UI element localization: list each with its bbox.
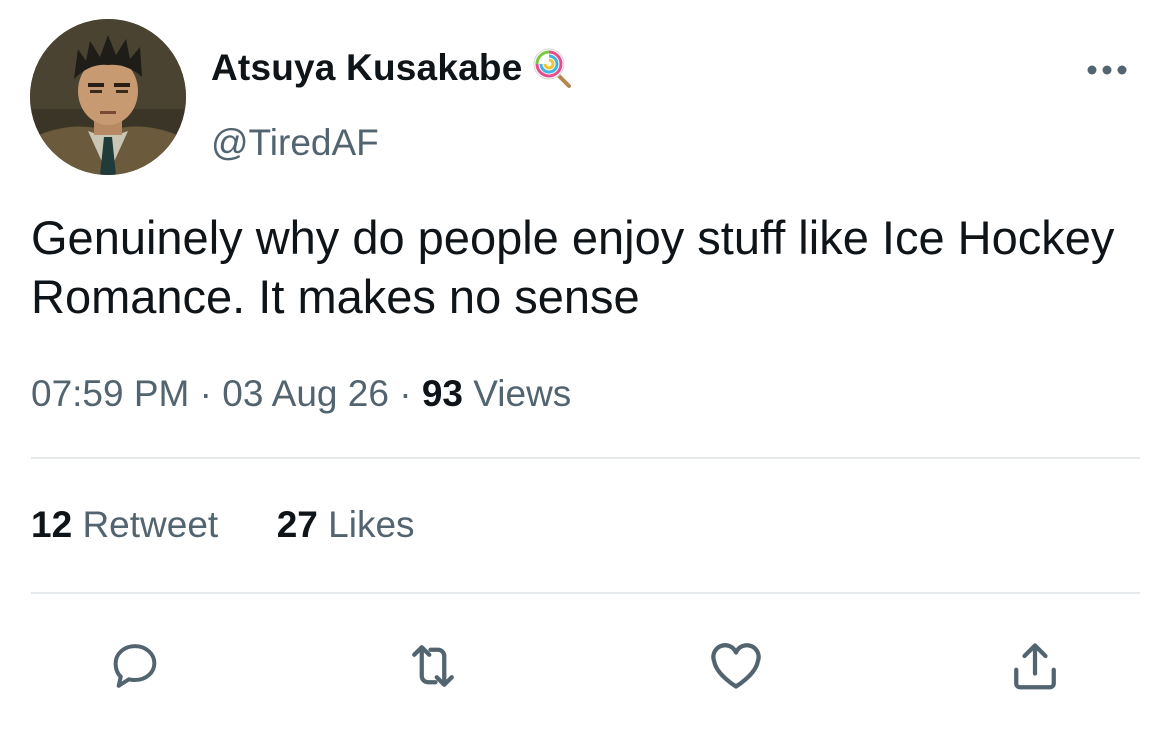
- divider: [31, 457, 1140, 459]
- reply-icon: [113, 644, 157, 688]
- tweet-text: Genuinely why do people enjoy stuff like…: [31, 211, 1115, 323]
- tweet-time[interactable]: 07:59 PM: [31, 373, 189, 414]
- meta-separator: ·: [399, 373, 412, 414]
- retweet-button[interactable]: [401, 634, 465, 698]
- lollipop-icon: [531, 46, 575, 90]
- tweet-date[interactable]: 03 Aug 26: [222, 373, 389, 414]
- like-button[interactable]: [704, 634, 768, 698]
- heart-icon: [711, 643, 761, 689]
- views-label: Views: [473, 373, 572, 414]
- likes-stat[interactable]: 27 Likes: [266, 504, 415, 545]
- avatar-image: [30, 19, 186, 175]
- avatar[interactable]: [30, 19, 186, 175]
- retweets-label: Retweet: [82, 504, 219, 545]
- likes-label: Likes: [328, 504, 415, 545]
- more-icon: [1087, 65, 1127, 75]
- share-button[interactable]: [1003, 634, 1067, 698]
- tweet-meta: 07:59 PM · 03 Aug 26 · 93 Views: [31, 373, 571, 415]
- username-handle[interactable]: @TiredAF: [211, 122, 379, 164]
- divider: [31, 592, 1140, 594]
- meta-separator: ·: [199, 373, 212, 414]
- share-icon: [1014, 643, 1056, 690]
- likes-count: 27: [276, 504, 318, 545]
- retweets-stat[interactable]: 12 Retweet: [31, 504, 228, 545]
- display-name[interactable]: Atsuya Kusakabe: [211, 46, 575, 90]
- more-options-button[interactable]: [1086, 60, 1128, 80]
- reply-button[interactable]: [103, 634, 167, 698]
- tweet-card: Atsuya Kusakabe @TiredAF Genuinely why d…: [0, 0, 1170, 736]
- views-count: 93: [421, 373, 463, 414]
- engagement-stats: 12 Retweet 27 Likes: [31, 504, 415, 546]
- retweets-count: 12: [31, 504, 73, 545]
- retweet-icon: [412, 645, 454, 687]
- display-name-text: Atsuya Kusakabe: [211, 47, 523, 88]
